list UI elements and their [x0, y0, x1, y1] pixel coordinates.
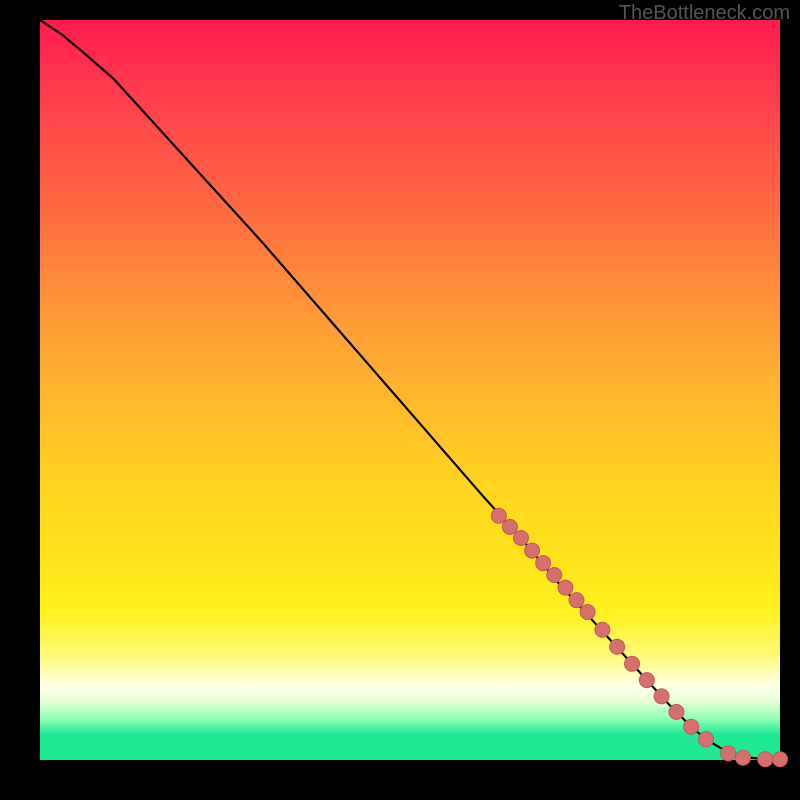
data-point: [502, 519, 517, 534]
data-point: [569, 593, 584, 608]
watermark-text: TheBottleneck.com: [619, 2, 790, 25]
data-point: [758, 752, 773, 767]
data-point: [580, 605, 595, 620]
bottleneck-curve: [40, 20, 780, 759]
data-point: [536, 556, 551, 571]
data-point: [595, 622, 610, 637]
data-point: [547, 568, 562, 583]
data-point: [610, 639, 625, 654]
data-point: [525, 543, 540, 558]
data-point: [654, 689, 669, 704]
data-point: [736, 750, 751, 765]
plot-area: [40, 20, 780, 760]
data-point: [491, 508, 506, 523]
data-point: [558, 580, 573, 595]
data-point: [773, 752, 788, 767]
data-point: [514, 531, 529, 546]
data-point: [625, 656, 640, 671]
chart-frame: TheBottleneck.com: [0, 0, 800, 800]
data-point: [699, 732, 714, 747]
chart-svg: [40, 20, 780, 760]
data-point: [684, 719, 699, 734]
highlighted-points-group: [491, 508, 787, 766]
data-point: [669, 704, 684, 719]
data-point: [721, 746, 736, 761]
data-point: [639, 673, 654, 688]
